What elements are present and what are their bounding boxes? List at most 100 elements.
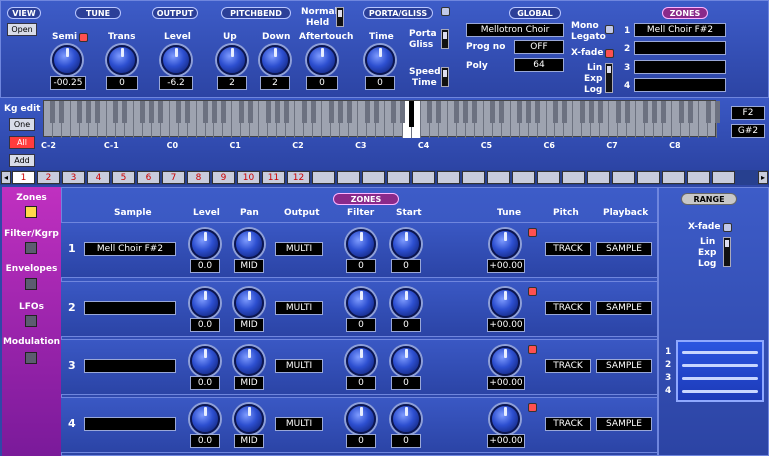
mono-legato-led[interactable]	[605, 25, 614, 34]
black-key[interactable]	[517, 101, 523, 123]
sidebar-item-modulation[interactable]: Modulation	[2, 337, 61, 347]
tab-11[interactable]: 11	[262, 171, 285, 184]
zone-level-knob[interactable]	[190, 346, 220, 376]
pb-down-knob[interactable]	[260, 45, 290, 75]
zone-playback-field[interactable]: SAMPLE	[596, 242, 652, 256]
range-line[interactable]	[682, 390, 758, 393]
tab-right-arrow[interactable]: ▸	[758, 171, 768, 184]
zone-playback-field[interactable]: SAMPLE	[596, 359, 652, 373]
black-key[interactable]	[211, 101, 217, 123]
zone-tune-knob[interactable]	[490, 288, 520, 318]
zone-output-field[interactable]: MULTI	[275, 242, 323, 256]
sidebar-lfos-led[interactable]	[25, 315, 37, 327]
zone-tune-led[interactable]	[528, 228, 537, 237]
zone-tune-knob[interactable]	[490, 346, 520, 376]
open-button[interactable]: Open	[7, 23, 37, 36]
sample-field[interactable]: Mell Choir F#2	[84, 242, 176, 256]
tab-empty[interactable]	[637, 171, 660, 184]
black-key[interactable]	[472, 101, 478, 123]
zone-filter-knob[interactable]	[346, 229, 376, 259]
tab-empty[interactable]	[387, 171, 410, 184]
xfade-led[interactable]	[605, 49, 614, 58]
zone-output-field[interactable]: MULTI	[275, 359, 323, 373]
sample-field[interactable]	[84, 417, 176, 431]
black-key[interactable]	[400, 101, 406, 123]
black-key[interactable]	[247, 101, 253, 123]
tab-12[interactable]: 12	[287, 171, 310, 184]
zone-filter-knob[interactable]	[346, 404, 376, 434]
tab-empty[interactable]	[587, 171, 610, 184]
zone-level-knob[interactable]	[190, 404, 220, 434]
black-key[interactable]	[579, 101, 585, 123]
range-line[interactable]	[682, 377, 758, 380]
black-key[interactable]	[427, 101, 433, 123]
zone-pan-knob[interactable]	[234, 288, 264, 318]
sidebar-filter-led[interactable]	[25, 242, 37, 254]
zone-tune-led[interactable]	[528, 403, 537, 412]
black-key[interactable]	[705, 101, 711, 123]
zone-tune-led[interactable]	[528, 345, 537, 354]
black-key[interactable]	[535, 101, 541, 123]
sample-field[interactable]	[84, 301, 176, 315]
tab-empty[interactable]	[462, 171, 485, 184]
black-key[interactable]	[597, 101, 603, 123]
zone-pitch-field[interactable]: TRACK	[545, 359, 591, 373]
black-key[interactable]	[642, 101, 648, 123]
tab-2[interactable]: 2	[37, 171, 60, 184]
black-key[interactable]	[588, 101, 594, 123]
zone-output-field[interactable]: MULTI	[275, 301, 323, 315]
black-key[interactable]	[490, 101, 496, 123]
sidebar-item-filter[interactable]: Filter/Kgrp	[2, 229, 61, 239]
black-key[interactable]	[265, 101, 271, 123]
black-key[interactable]	[274, 101, 280, 123]
black-key[interactable]	[113, 101, 119, 123]
sidebar-modulation-led[interactable]	[25, 352, 37, 364]
tab-empty[interactable]	[362, 171, 385, 184]
black-key[interactable]	[176, 101, 182, 123]
kg-one-button[interactable]: One	[9, 118, 35, 131]
black-key[interactable]	[454, 101, 460, 123]
range-curve-switch[interactable]	[723, 237, 731, 267]
tab-empty[interactable]	[437, 171, 460, 184]
zone-start-knob[interactable]	[391, 404, 421, 434]
zone-tune-knob[interactable]	[490, 229, 520, 259]
zone-pitch-field[interactable]: TRACK	[545, 417, 591, 431]
tab-empty[interactable]	[712, 171, 735, 184]
tab-left-arrow[interactable]: ◂	[1, 171, 11, 184]
sidebar-envelopes-led[interactable]	[25, 278, 37, 290]
black-key[interactable]	[86, 101, 92, 123]
black-key[interactable]	[409, 101, 415, 127]
black-key[interactable]	[346, 101, 352, 123]
zone-filter-knob[interactable]	[346, 288, 376, 318]
zone-level-knob[interactable]	[190, 229, 220, 259]
black-key[interactable]	[140, 101, 146, 123]
black-key[interactable]	[391, 101, 397, 123]
black-key[interactable]	[310, 101, 316, 123]
tab-6[interactable]: 6	[137, 171, 160, 184]
black-key[interactable]	[714, 101, 720, 123]
tab-empty[interactable]	[312, 171, 335, 184]
black-key[interactable]	[463, 101, 469, 123]
zone-level-knob[interactable]	[190, 288, 220, 318]
zone-pan-knob[interactable]	[234, 229, 264, 259]
pb-up-knob[interactable]	[217, 45, 247, 75]
semi-led[interactable]	[79, 33, 88, 42]
tab-10[interactable]: 10	[237, 171, 260, 184]
black-key[interactable]	[373, 101, 379, 123]
zone-tune-led[interactable]	[528, 287, 537, 296]
tab-empty[interactable]	[337, 171, 360, 184]
zone-slot-2[interactable]	[634, 41, 726, 55]
tab-3[interactable]: 3	[62, 171, 85, 184]
zone-pan-knob[interactable]	[234, 346, 264, 376]
zone-pan-knob[interactable]	[234, 404, 264, 434]
black-key[interactable]	[678, 101, 684, 123]
zone-playback-field[interactable]: SAMPLE	[596, 417, 652, 431]
output-level-knob[interactable]	[161, 45, 191, 75]
curve-switch[interactable]	[605, 63, 613, 93]
keyboard[interactable]	[43, 100, 720, 138]
black-key[interactable]	[364, 101, 370, 123]
trans-knob[interactable]	[107, 45, 137, 75]
zone-start-knob[interactable]	[391, 346, 421, 376]
kg-add-button[interactable]: Add	[9, 154, 35, 167]
zone-slot-3[interactable]	[634, 60, 726, 74]
